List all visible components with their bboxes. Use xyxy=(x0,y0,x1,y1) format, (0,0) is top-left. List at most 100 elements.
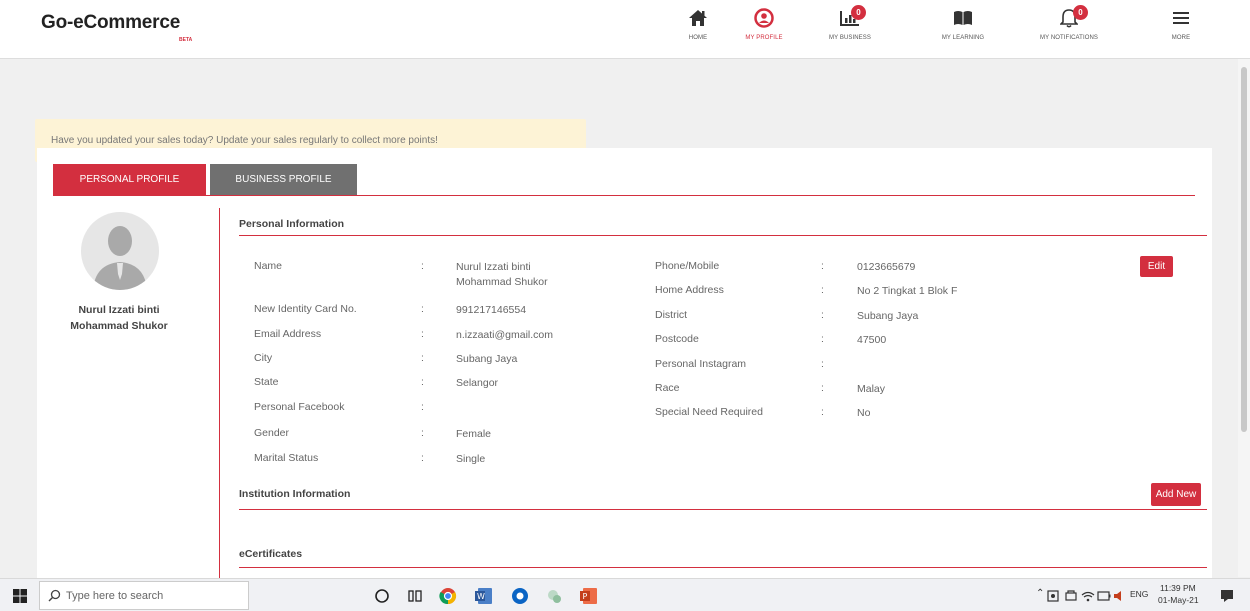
profile-divider xyxy=(219,208,220,578)
field-separator: : xyxy=(421,376,424,388)
field-value: Single xyxy=(456,453,486,465)
scrollbar-thumb[interactable] xyxy=(1241,67,1247,432)
network-icon[interactable] xyxy=(1080,585,1096,607)
field-label: Name xyxy=(254,260,283,272)
field-separator: : xyxy=(821,284,824,296)
notification-center-icon[interactable] xyxy=(1216,585,1238,607)
powerpoint-icon[interactable]: P xyxy=(578,585,600,607)
edit-button[interactable]: Edit xyxy=(1140,256,1173,277)
notifications-badge: 0 xyxy=(1073,5,1088,20)
field-value: No 2 Tingkat 1 Blok F xyxy=(857,285,958,297)
top-header: Go-eCommerce BETA HOME MY PROFILE 0 MY B… xyxy=(0,0,1250,59)
app-icon[interactable] xyxy=(543,585,565,607)
nav-my-learning-label: MY LEARNING xyxy=(941,35,985,41)
ecertificates-divider xyxy=(239,567,1207,568)
field-separator: : xyxy=(421,352,424,364)
nav-my-profile[interactable]: MY PROFILE xyxy=(733,5,795,49)
field-separator: : xyxy=(421,401,424,413)
nav-more-label: MORE xyxy=(1171,35,1191,41)
brand-beta: BETA xyxy=(179,37,193,43)
nav-my-business-label: MY BUSINESS xyxy=(828,35,871,41)
nav-more[interactable]: MORE xyxy=(1166,5,1196,49)
bell-icon: 0 xyxy=(1047,5,1091,31)
field-value: Subang Jaya xyxy=(456,353,518,365)
personal-info-title: Personal Information xyxy=(239,218,345,230)
search-icon xyxy=(48,589,61,605)
profile-name: Nurul Izzati binti Mohammad Shukor xyxy=(70,304,168,332)
field-value: Female xyxy=(456,428,492,440)
nav-home[interactable]: HOME xyxy=(683,5,713,49)
cortana-icon[interactable] xyxy=(371,585,393,607)
nav-my-learning[interactable]: MY LEARNING xyxy=(932,5,994,49)
field-label: Gender xyxy=(254,427,290,439)
profile-card: PERSONAL PROFILE BUSINESS PROFILE Nurul … xyxy=(37,148,1212,578)
brand-title: Go-eCommerce xyxy=(41,12,181,33)
tray-chevron-icon[interactable]: ⌃ xyxy=(1036,588,1044,599)
field-label: Home Address xyxy=(655,284,724,296)
field-label: Personal Instagram xyxy=(655,358,747,370)
clock-date[interactable]: 01-May-21 xyxy=(1158,595,1199,605)
menu-icon xyxy=(1172,5,1190,31)
field-label: Email Address xyxy=(254,328,322,340)
tab-personal-profile[interactable]: PERSONAL PROFILE xyxy=(53,164,206,195)
field-value: No xyxy=(857,407,871,419)
field-label: Race xyxy=(655,382,680,394)
clock-time[interactable]: 11:39 PM xyxy=(1160,583,1196,593)
institution-info-divider xyxy=(239,509,1207,510)
user-icon xyxy=(754,5,774,31)
outlook-icon[interactable] xyxy=(509,585,531,607)
field-separator: : xyxy=(821,382,824,394)
word-icon[interactable]: W xyxy=(473,585,495,607)
institution-info-title: Institution Information xyxy=(239,488,351,500)
add-new-button[interactable]: Add New xyxy=(1151,483,1201,506)
svg-text:P: P xyxy=(583,592,588,601)
field-value: 47500 xyxy=(857,334,887,346)
ecertificates-title: eCertificates xyxy=(239,548,303,560)
field-separator: : xyxy=(421,328,424,340)
tab-underline xyxy=(53,195,1195,196)
home-icon xyxy=(688,5,708,31)
field-value: Selangor xyxy=(456,377,499,389)
svg-text:W: W xyxy=(477,592,485,601)
nav-my-business[interactable]: 0 MY BUSINESS xyxy=(816,5,884,49)
field-label: Special Need Required xyxy=(655,406,763,418)
nav-my-notifications[interactable]: 0 MY NOTIFICATIONS xyxy=(1025,5,1113,49)
field-separator: : xyxy=(821,406,824,418)
field-label: Personal Facebook xyxy=(254,401,345,413)
field-separator: : xyxy=(821,358,824,370)
page-scrollbar[interactable] xyxy=(1238,59,1250,577)
language-indicator[interactable]: ENG xyxy=(1130,589,1148,599)
tray-app-icon-2[interactable] xyxy=(1063,585,1079,607)
tab-business-profile[interactable]: BUSINESS PROFILE xyxy=(210,164,357,195)
taskbar-search-box[interactable]: Type here to search xyxy=(39,581,249,610)
chrome-icon[interactable] xyxy=(437,585,459,607)
field-label: New Identity Card No. xyxy=(254,303,357,315)
field-separator: : xyxy=(421,303,424,315)
nav-home-label: HOME xyxy=(688,35,708,41)
tray-app-icon[interactable] xyxy=(1045,585,1061,607)
field-value: n.izzaati@gmail.com xyxy=(456,329,554,341)
field-label: Marital Status xyxy=(254,452,319,464)
business-badge: 0 xyxy=(851,5,866,20)
nav-my-profile-label: MY PROFILE xyxy=(745,35,783,41)
personal-info-divider xyxy=(239,235,1207,236)
volume-icon[interactable] xyxy=(1112,585,1128,607)
battery-icon[interactable] xyxy=(1096,585,1112,607)
field-value: 0123665679 xyxy=(857,261,916,273)
field-separator: : xyxy=(421,427,424,439)
brand-logo[interactable]: Go-eCommerce BETA xyxy=(41,12,192,43)
windows-start-icon[interactable] xyxy=(9,585,31,607)
field-separator: : xyxy=(821,309,824,321)
search-placeholder: Type here to search xyxy=(66,589,164,602)
field-separator: : xyxy=(821,260,824,272)
nav-my-notifications-label: MY NOTIFICATIONS xyxy=(1039,35,1099,41)
field-value: Nurul Izzati binti Mohammad Shukor xyxy=(456,261,548,288)
field-label: District xyxy=(655,309,688,321)
field-separator: : xyxy=(821,333,824,345)
chart-icon: 0 xyxy=(827,5,873,31)
field-label: City xyxy=(254,352,273,364)
field-label: Postcode xyxy=(655,333,699,345)
field-value: Malay xyxy=(857,383,886,395)
book-icon xyxy=(953,5,973,31)
task-view-icon[interactable] xyxy=(404,585,426,607)
